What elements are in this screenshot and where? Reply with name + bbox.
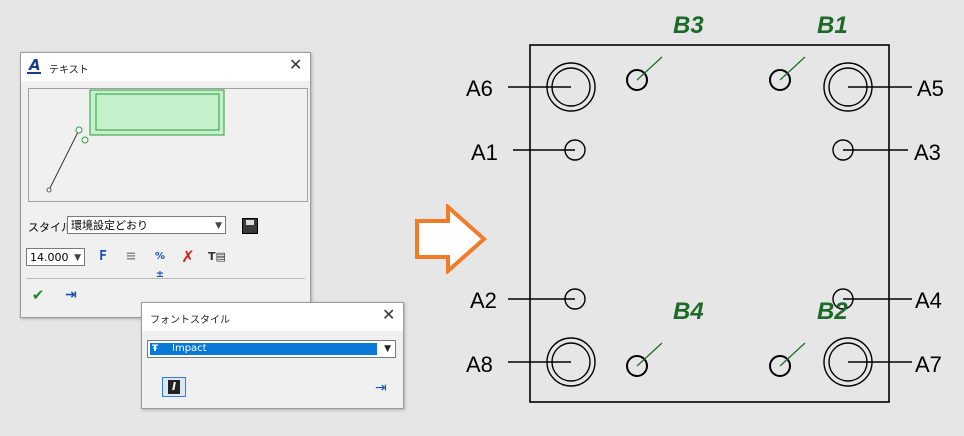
label-b3: B3 <box>673 12 704 39</box>
leader-b3 <box>636 56 663 81</box>
label-a6: A6 <box>466 76 493 101</box>
label-a2: A2 <box>470 288 497 313</box>
leader-b2 <box>779 342 806 367</box>
label-b2: B2 <box>817 298 848 325</box>
label-b1: B1 <box>817 12 848 39</box>
label-b4: B4 <box>673 298 704 325</box>
leader-b4 <box>636 342 663 367</box>
label-a5: A5 <box>917 76 944 101</box>
cad-drawing: A6 A1 A2 A8 A5 A3 A4 A7 B3 B1 B4 B2 <box>466 12 944 403</box>
label-a3: A3 <box>914 140 941 165</box>
leader-b1 <box>779 56 806 81</box>
label-a8: A8 <box>466 352 493 377</box>
label-a4: A4 <box>915 288 942 313</box>
label-a7: A7 <box>915 352 942 377</box>
label-a1: A1 <box>471 140 498 165</box>
